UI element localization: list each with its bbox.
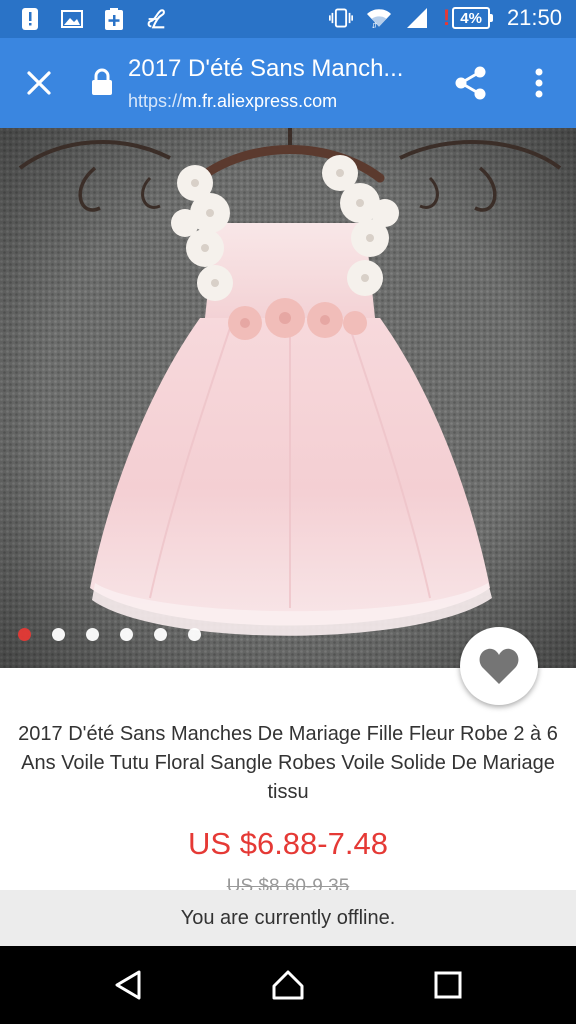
product-title: 2017 D'été Sans Manches De Mariage Fille… [18,723,558,803]
home-icon[interactable] [268,965,308,1005]
signal-icon [405,5,429,31]
image-icon [60,6,84,32]
gallery-dot[interactable] [188,628,201,641]
gallery-dot[interactable] [154,628,167,641]
battery-indicator: ! 4% [443,5,493,31]
url-host: m.fr.aliexpress.com [182,91,338,111]
gallery-dot[interactable] [18,628,31,641]
battery-nub [489,14,493,22]
svg-text:⇵: ⇵ [372,23,377,30]
lock-icon [90,68,114,96]
wifi-icon: ⇵ [366,5,391,31]
gallery-dot[interactable] [120,628,133,641]
back-icon[interactable] [108,965,148,1005]
alert-icon [18,6,42,32]
battery-warning-icon: ! [442,5,451,30]
browser-toolbar: 2017 D'été Sans Manch... https://m.fr.al… [0,38,576,128]
product-image[interactable] [0,128,576,668]
share-icon[interactable] [452,64,490,102]
lyca-icon [144,6,168,32]
status-bar: ⇵ ! 4% 21:50 [0,0,576,38]
recents-icon[interactable] [428,965,468,1005]
gallery-dot[interactable] [52,628,65,641]
offline-message: You are currently offline. [180,906,396,929]
url-scheme: https:// [128,91,183,111]
vibrate-icon [328,5,353,31]
product-price: US $6.88-7.48 [188,826,388,861]
page-url[interactable]: https://m.fr.aliexpress.com [128,91,337,112]
gallery-dot[interactable] [86,628,99,641]
gallery-pagination [18,628,201,641]
add-icon [102,6,126,32]
clock: 21:50 [506,5,562,30]
heart-icon [479,648,519,684]
notification-icons [18,6,168,32]
system-status-icons: ⇵ ! 4% 21:50 [328,5,562,31]
more-options-icon[interactable] [526,64,552,102]
navigation-bar [0,946,576,1024]
offline-banner: You are currently offline. [0,890,576,946]
wishlist-button[interactable] [460,627,538,705]
battery-level: 4% [452,7,490,29]
close-icon[interactable] [20,64,58,102]
page-title[interactable]: 2017 D'été Sans Manch... [128,55,428,83]
